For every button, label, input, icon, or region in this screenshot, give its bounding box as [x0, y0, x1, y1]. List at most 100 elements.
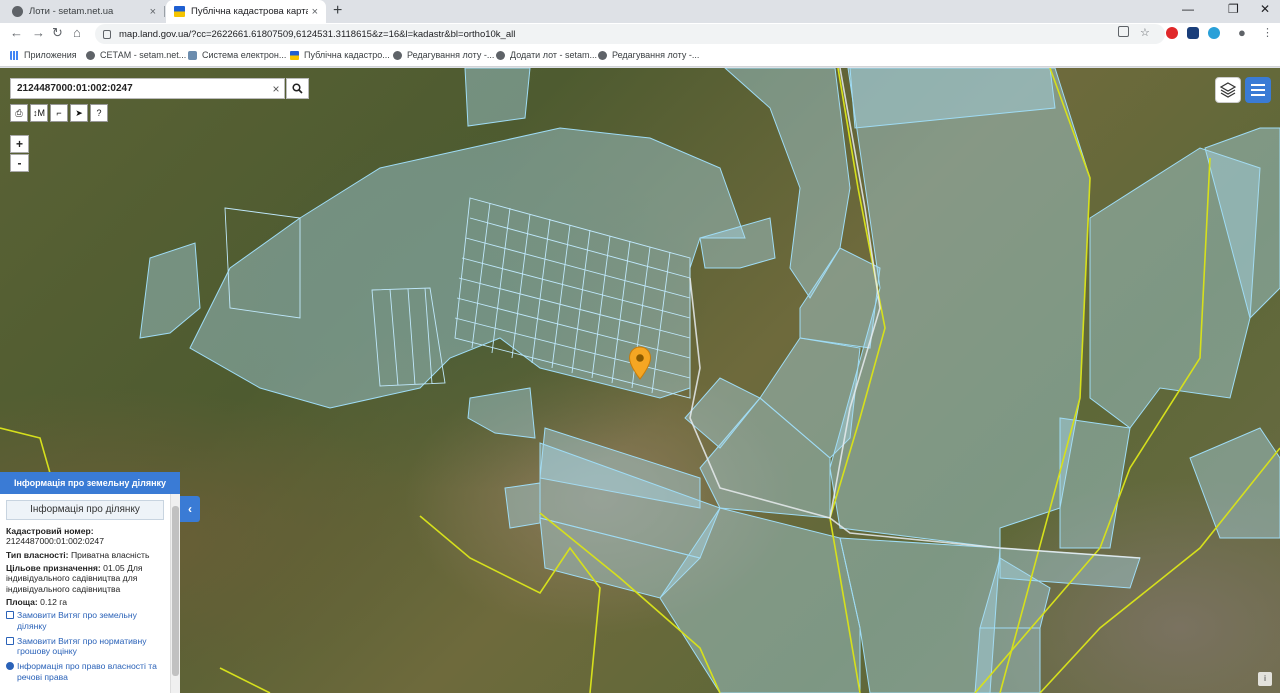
layers-button[interactable]: [1215, 77, 1241, 103]
collapse-panel-button[interactable]: ‹: [180, 496, 200, 522]
restore-button[interactable]: ❐: [1228, 2, 1239, 16]
bookmark-label: Публічна кадастро...: [304, 50, 390, 60]
home-button[interactable]: ⌂: [73, 25, 81, 40]
area-row: Площа: 0.12 га: [6, 597, 164, 607]
parcel-info-panel: Інформація про земельну ділянку Інформац…: [0, 472, 180, 693]
cadastral-map[interactable]: × ⎙ ↕M ⌐ ➤ ? + - Інфор: [0, 68, 1280, 693]
globe-icon: [393, 50, 402, 60]
extension-icon[interactable]: [1187, 27, 1199, 39]
info-icon: [6, 662, 14, 671]
map-tools: ⎙ ↕M ⌐ ➤ ?: [10, 104, 108, 122]
print-icon[interactable]: ⎙: [10, 104, 28, 122]
bookmark-edit-lot-2[interactable]: Редагування лоту -...: [598, 50, 699, 60]
bookmark-label: Редагування лоту -...: [407, 50, 495, 60]
info-subheader: Інформація про ділянку: [6, 500, 164, 520]
more-menu-icon[interactable]: ⋮: [1262, 26, 1273, 39]
globe-icon: [12, 6, 23, 17]
parcel-polygon: [839, 537, 1001, 693]
clear-search-icon[interactable]: ×: [268, 82, 284, 96]
parcel-polygon: [974, 627, 1041, 693]
tab-separator: [164, 6, 165, 17]
bookmark-apps[interactable]: Приложения: [10, 50, 77, 60]
ownership-rights-link[interactable]: Інформація про право власності та речові…: [6, 661, 164, 682]
ownership-row: Тип власності: Приватна власність: [6, 550, 164, 560]
cursor-icon[interactable]: ➤: [70, 104, 88, 122]
layers-icon: [1219, 82, 1237, 98]
area-value: 0.12 га: [40, 596, 68, 607]
cadastral-value: 2124487000:01:002:0247: [6, 536, 104, 547]
ukraine-flag-icon: [290, 50, 299, 60]
translate-icon[interactable]: [1118, 26, 1129, 37]
parcel-polygon: [189, 127, 746, 409]
bookmark-label: Система електрон...: [202, 50, 287, 60]
measure-line-icon[interactable]: ↕M: [30, 104, 48, 122]
bookmark-label: Додати лот - setam...: [510, 50, 598, 60]
new-tab-button[interactable]: +: [333, 2, 342, 20]
bookmark-add-lot[interactable]: Додати лот - setam...: [496, 50, 597, 60]
link-label: Замовити Витяг про земельну ділянку: [17, 610, 137, 631]
zoom-in-button[interactable]: +: [10, 135, 29, 153]
parcel-polygon: [139, 242, 201, 339]
parcel-polygon: [1059, 417, 1131, 549]
cadastral-search-box: ×: [10, 78, 285, 99]
lock-icon: [103, 29, 111, 39]
browser-toolbar: ← → ↻ ⌂ map.land.gov.ua/?cc=2622661.6180…: [0, 23, 1280, 45]
parcel-polygon: [464, 68, 531, 127]
address-bar[interactable]: map.land.gov.ua/?cc=2622661.61807509,612…: [95, 24, 1165, 44]
document-icon: [6, 636, 14, 645]
cadastral-label: Кадастровий номер:: [6, 526, 94, 536]
help-icon[interactable]: ?: [90, 104, 108, 122]
tab-cadastral-map[interactable]: Публічна кадастрова карта Укр ×: [166, 0, 326, 23]
bookmark-label: СЕТАМ - setam.net...: [100, 50, 187, 60]
measure-area-icon[interactable]: ⌐: [50, 104, 68, 122]
back-button[interactable]: ←: [10, 25, 23, 40]
url-text: map.land.gov.ua/?cc=2622661.61807509,612…: [119, 28, 516, 40]
parcel-polygon: [504, 482, 541, 529]
cadastral-number-row: Кадастровий номер: 2124487000:01:002:024…: [6, 526, 164, 547]
extension-icon[interactable]: [1208, 27, 1220, 39]
minimize-button[interactable]: —: [1182, 2, 1194, 16]
boundary-line: [219, 667, 271, 693]
hamburger-icon: [1251, 84, 1265, 86]
map-info-button[interactable]: i: [1258, 672, 1272, 686]
forward-button[interactable]: →: [32, 25, 45, 40]
purpose-label: Цільове призначення:: [6, 562, 101, 573]
close-icon[interactable]: ×: [150, 6, 156, 18]
globe-icon: [598, 50, 607, 60]
order-valuation-link[interactable]: Замовити Витяг про нормативну грошову оц…: [6, 636, 164, 657]
apps-grid-icon: [10, 50, 19, 60]
bookmarks-bar: Приложения СЕТАМ - setam.net... Система …: [0, 45, 1280, 67]
info-panel-scrollbar[interactable]: [170, 494, 180, 693]
info-panel-title: Інформація про земельну ділянку: [0, 472, 180, 494]
window-close-button[interactable]: ✕: [1260, 2, 1270, 16]
bookmark-setam[interactable]: СЕТАМ - setam.net...: [86, 50, 186, 60]
cadastral-search-input[interactable]: [11, 79, 268, 98]
globe-icon: [86, 50, 95, 60]
tab-setam-lots[interactable]: Лоти - setam.net.ua ×: [4, 0, 164, 23]
reload-button[interactable]: ↻: [52, 25, 63, 41]
shield-icon: [188, 50, 197, 60]
ukraine-flag-icon: [174, 6, 185, 17]
tab-title: Публічна кадастрова карта Укр: [191, 6, 308, 17]
bookmark-star-icon[interactable]: ☆: [1140, 26, 1150, 39]
menu-button[interactable]: [1245, 77, 1271, 103]
document-icon: [6, 611, 14, 620]
order-extract-link[interactable]: Замовити Витяг про земельну ділянку: [6, 610, 164, 631]
link-label: Замовити Витяг про нормативну грошову оц…: [17, 635, 147, 657]
bookmark-cadastral[interactable]: Публічна кадастро...: [290, 50, 390, 60]
opera-extension-icon[interactable]: [1166, 27, 1178, 39]
search-button[interactable]: [286, 78, 309, 99]
close-icon[interactable]: ×: [312, 6, 318, 18]
search-icon: [292, 83, 303, 94]
globe-icon: [496, 50, 505, 60]
scroll-thumb[interactable]: [172, 506, 179, 676]
bookmark-system[interactable]: Система електрон...: [188, 50, 286, 60]
bookmark-label: Приложения: [24, 50, 77, 60]
bookmark-edit-lot[interactable]: Редагування лоту -...: [393, 50, 494, 60]
zoom-out-button[interactable]: -: [10, 154, 29, 172]
parcel-polygon: [1189, 427, 1280, 539]
profile-icon[interactable]: ●: [1238, 25, 1246, 40]
location-marker-icon[interactable]: [628, 346, 652, 385]
link-label: Інформація про право власності та речові…: [17, 661, 157, 682]
info-panel-body: Інформація про ділянку Кадастровий номер…: [0, 494, 170, 693]
